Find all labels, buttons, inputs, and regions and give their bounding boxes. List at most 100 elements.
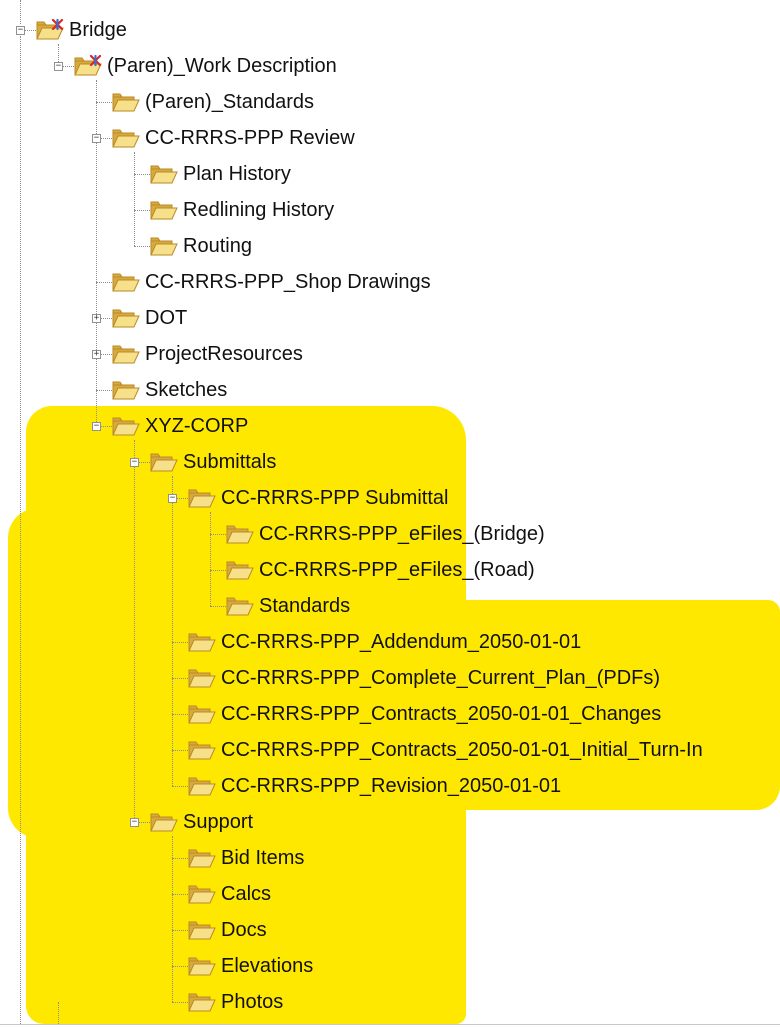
tree-node-label[interactable]: Sketches	[145, 378, 227, 402]
tree-connector-line	[172, 642, 188, 643]
folder-icon	[188, 883, 216, 905]
tree-connector-line	[172, 966, 188, 967]
tree-node-label[interactable]: Standards	[259, 594, 350, 618]
tree-node-label[interactable]: CC-RRRS-PPP_Complete_Current_Plan_(PDFs)	[221, 666, 660, 690]
tree-node-label[interactable]: CC-RRRS-PPP Submittal	[221, 486, 448, 510]
folder-icon	[150, 199, 178, 221]
tree-node-label[interactable]: Docs	[221, 918, 267, 942]
folder-icon	[188, 919, 216, 941]
folder-icon	[112, 127, 140, 149]
tree-node-label[interactable]: Elevations	[221, 954, 313, 978]
tree-node-label[interactable]: Routing	[183, 234, 252, 258]
tree-node-label[interactable]: Submittals	[183, 450, 276, 474]
tree-node-label[interactable]: CC-RRRS-PPP_eFiles_(Road)	[259, 558, 535, 582]
tree-connector-line	[172, 894, 188, 895]
collapse-toggle-icon[interactable]: −	[130, 818, 139, 827]
tree-connector-line	[172, 786, 188, 787]
special-folder-icon	[36, 18, 64, 41]
tree-connector-line	[101, 354, 112, 355]
tree-node-label[interactable]: Photos	[221, 990, 283, 1014]
tree-connector-line	[96, 282, 112, 283]
folder-icon	[226, 523, 254, 545]
tree-connector-line	[172, 750, 188, 751]
tree-connector-line	[101, 318, 112, 319]
folder-icon	[112, 379, 140, 401]
collapse-toggle-icon[interactable]: −	[168, 494, 177, 503]
tree-connector-line	[177, 498, 188, 499]
tree-connector-line	[134, 210, 150, 211]
folder-icon	[188, 631, 216, 653]
tree-node-label[interactable]: CC-RRRS-PPP_Contracts_2050-01-01_Changes	[221, 702, 661, 726]
folder-icon	[188, 703, 216, 725]
tree-node-label[interactable]: DOT	[145, 306, 187, 330]
folder-icon	[112, 91, 140, 113]
folder-icon	[112, 343, 140, 365]
folder-icon	[188, 955, 216, 977]
tree-connector-line	[96, 102, 112, 103]
tree-node-label[interactable]: CC-RRRS-PPP Review	[145, 126, 355, 150]
tree-node-label[interactable]: Bridge	[69, 18, 127, 42]
collapse-toggle-icon[interactable]: −	[54, 62, 63, 71]
tree-connector-line	[58, 1002, 59, 1024]
folder-icon	[150, 235, 178, 257]
tree-connector-line	[134, 246, 150, 247]
folder-icon	[188, 775, 216, 797]
tree-connector-line	[172, 930, 188, 931]
tree-node-label[interactable]: CC-RRRS-PPP_Contracts_2050-01-01_Initial…	[221, 738, 703, 762]
folder-icon	[226, 595, 254, 617]
folder-icon	[226, 559, 254, 581]
folder-icon	[150, 811, 178, 833]
tree-node-label[interactable]: (Paren)_Work Description	[107, 54, 337, 78]
tree-connector-line	[210, 570, 226, 571]
collapse-toggle-icon[interactable]: −	[130, 458, 139, 467]
tree-connector-line	[63, 66, 74, 67]
tree-connector-line	[210, 512, 211, 606]
tree-connector-line	[172, 476, 173, 786]
tree-connector-line	[134, 440, 135, 822]
tree-node-label[interactable]: CC-RRRS-PPP_Addendum_2050-01-01	[221, 630, 581, 654]
tree-node-label[interactable]: Calcs	[221, 882, 271, 906]
bottom-border	[0, 1024, 780, 1025]
tree-connector-line	[172, 678, 188, 679]
folder-icon	[112, 271, 140, 293]
tree-connector-line	[101, 138, 112, 139]
tree-connector-line	[134, 174, 150, 175]
folder-tree: − Bridge − (Paren)_Work Description (Paren)_…	[0, 0, 780, 1027]
tree-connector-line	[134, 152, 135, 246]
tree-connector-line	[20, 0, 21, 24]
tree-node-label[interactable]: Bid Items	[221, 846, 304, 870]
tree-connector-line	[172, 836, 173, 1002]
tree-connector-line	[101, 426, 112, 427]
expand-toggle-icon[interactable]: +	[92, 350, 101, 359]
tree-node-label[interactable]: CC-RRRS-PPP_Shop Drawings	[145, 270, 431, 294]
tree-connector-line	[210, 534, 226, 535]
collapse-toggle-icon[interactable]: −	[16, 26, 25, 35]
folder-icon	[112, 415, 140, 437]
folder-icon	[188, 487, 216, 509]
folder-icon	[188, 991, 216, 1013]
folder-icon	[188, 847, 216, 869]
tree-connector-line	[139, 462, 150, 463]
folder-icon	[188, 667, 216, 689]
collapse-toggle-icon[interactable]: −	[92, 134, 101, 143]
tree-connector-line	[172, 1002, 188, 1003]
tree-node-label[interactable]: CC-RRRS-PPP_Revision_2050-01-01	[221, 774, 561, 798]
tree-node-label[interactable]: CC-RRRS-PPP_eFiles_(Bridge)	[259, 522, 545, 546]
tree-connector-line	[96, 80, 97, 426]
collapse-toggle-icon[interactable]: −	[92, 422, 101, 431]
folder-icon	[150, 163, 178, 185]
folder-icon	[188, 739, 216, 761]
tree-connector-line	[25, 30, 36, 31]
tree-node-label[interactable]: Plan History	[183, 162, 291, 186]
tree-connector-line	[210, 606, 226, 607]
tree-node-label[interactable]: Redlining History	[183, 198, 334, 222]
folder-icon	[112, 307, 140, 329]
tree-node-label[interactable]: Support	[183, 810, 253, 834]
tree-connector-line	[139, 822, 150, 823]
tree-node-label[interactable]: XYZ-CORP	[145, 414, 248, 438]
tree-connector-line	[172, 858, 188, 859]
folder-icon	[150, 451, 178, 473]
tree-node-label[interactable]: (Paren)_Standards	[145, 90, 314, 114]
expand-toggle-icon[interactable]: +	[92, 314, 101, 323]
tree-node-label[interactable]: ProjectResources	[145, 342, 303, 366]
